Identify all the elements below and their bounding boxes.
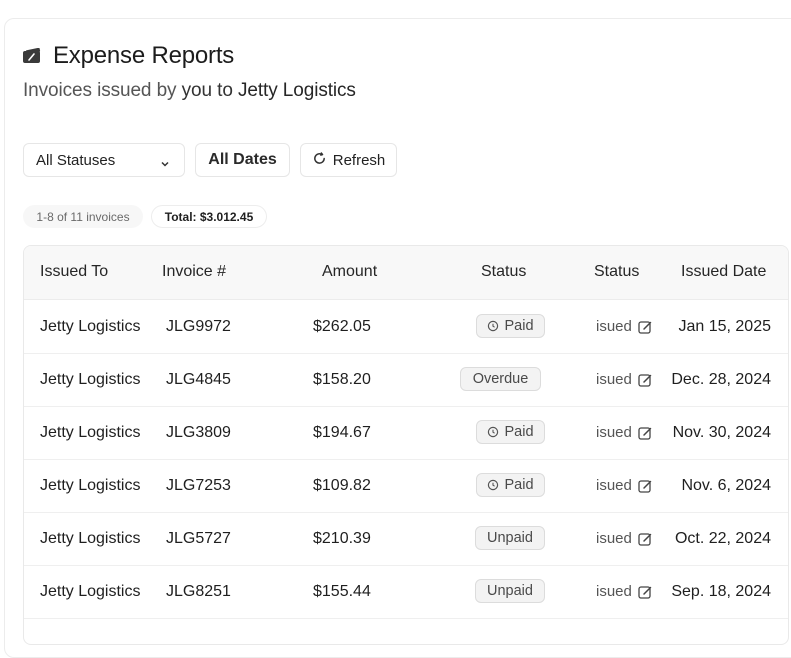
table-row[interactable]: Jetty Logistics JLG3809 $194.67 Paid isued No…	[24, 407, 788, 460]
table-row[interactable]: Jetty Logistics JLG7253 $109.82 Paid isued No…	[24, 460, 788, 513]
issued-status-label: isued	[596, 371, 632, 388]
issued-status-label: isued	[596, 530, 632, 547]
cell-amount: $194.67	[313, 424, 371, 441]
table-header: Issued To Invoice # Amount Status Status…	[24, 246, 788, 300]
issued-status-label: isued	[596, 318, 632, 335]
table-row[interactable]: Jetty Logistics JLG8251 $155.44 Unpaid isued…	[24, 566, 788, 619]
status-badge: Unpaid	[475, 579, 545, 603]
refresh-button[interactable]: Refresh	[300, 143, 397, 177]
cell-invoice-number[interactable]: JLG8251	[166, 583, 231, 601]
issued-status-link[interactable]: isued	[596, 530, 653, 547]
status-badge: Paid	[476, 420, 545, 444]
subtitle-client: Jetty Logistics	[238, 80, 356, 101]
cell-issued-to: Jetty Logistics	[40, 371, 141, 388]
edit-icon	[632, 531, 653, 547]
edit-icon	[632, 372, 653, 388]
page-header: Expense Reports	[22, 42, 234, 70]
table-row[interactable]: Jetty Logistics JLG5727 $210.39 Unpaid isued…	[24, 513, 788, 566]
status-badge-label: Paid	[504, 424, 534, 440]
subtitle-prefix: Invoices issued by	[23, 80, 177, 101]
page-subtitle: Invoices issued by you to Jetty Logistic…	[23, 80, 356, 102]
cell-issued-to: Jetty Logistics	[40, 530, 141, 547]
cell-amount: $158.20	[313, 371, 371, 388]
invoice-total-badge: Total: $3.012.45	[151, 205, 267, 228]
status-badge-label: Unpaid	[487, 530, 533, 546]
status-badge: Paid	[476, 314, 545, 338]
table-row[interactable]: Jetty Logistics JLG4845 $158.20 Overdue isue…	[24, 354, 788, 407]
issued-status-link[interactable]: isued	[596, 477, 653, 494]
cell-issued-date: Jan 15, 2025	[678, 318, 771, 335]
column-header-status[interactable]: Status	[481, 263, 526, 281]
clock-icon	[487, 320, 504, 332]
issued-status-link[interactable]: isued	[596, 318, 653, 335]
status-badge-label: Unpaid	[487, 583, 533, 599]
status-badge-label: Paid	[504, 318, 534, 334]
page-title: Expense Reports	[53, 42, 235, 69]
subtitle-you: you to	[181, 80, 233, 101]
issued-status-link[interactable]: isued	[596, 371, 653, 388]
wallet-card-icon	[22, 47, 42, 64]
invoices-table: Issued To Invoice # Amount Status Status…	[23, 245, 789, 645]
issued-status-label: isued	[596, 424, 632, 441]
cell-issued-to: Jetty Logistics	[40, 424, 141, 441]
dates-filter-label: All Dates	[208, 151, 277, 168]
cell-amount: $155.44	[313, 583, 371, 600]
column-header-invoice[interactable]: Invoice #	[162, 263, 226, 281]
column-header-status-2[interactable]: Status	[594, 263, 639, 281]
issued-status-link[interactable]: isued	[596, 424, 653, 441]
cell-invoice-number[interactable]: JLG5727	[166, 530, 231, 548]
edit-icon	[632, 425, 653, 441]
cell-issued-to: Jetty Logistics	[40, 477, 141, 494]
column-header-issued-to[interactable]: Issued To	[40, 263, 108, 281]
refresh-icon	[312, 151, 333, 170]
cell-invoice-number[interactable]: JLG9972	[166, 318, 231, 336]
cell-amount: $262.05	[313, 318, 371, 335]
issued-status-label: isued	[596, 583, 632, 600]
column-header-issued-date[interactable]: Issued Date	[681, 263, 766, 281]
cell-issued-to: Jetty Logistics	[40, 583, 141, 600]
status-badge: Overdue	[460, 367, 541, 391]
cell-issued-date: Nov. 30, 2024	[672, 424, 771, 441]
clock-icon	[487, 426, 504, 438]
cell-invoice-number[interactable]: JLG4845	[166, 371, 231, 389]
cell-amount: $109.82	[313, 477, 371, 494]
cell-issued-date: Oct. 22, 2024	[674, 530, 771, 547]
invoice-count-badge: 1-8 of 11 invoices	[23, 205, 143, 228]
chevron-down-icon	[160, 155, 170, 172]
cell-issued-to: Jetty Logistics	[40, 318, 141, 335]
edit-icon	[632, 584, 653, 600]
cell-issued-date: Sep. 18, 2024	[671, 583, 771, 600]
column-header-amount[interactable]: Amount	[322, 263, 377, 281]
status-badge-label: Paid	[504, 477, 534, 493]
issued-status-label: isued	[596, 477, 632, 494]
issued-status-link[interactable]: isued	[596, 583, 653, 600]
cell-invoice-number[interactable]: JLG7253	[166, 477, 231, 495]
status-filter-select[interactable]: All Statuses	[23, 143, 185, 177]
refresh-label: Refresh	[332, 151, 386, 169]
dates-filter-button[interactable]: All Dates	[195, 143, 290, 177]
cell-issued-date: Dec. 28, 2024	[671, 371, 771, 388]
edit-icon	[632, 478, 653, 494]
status-badge: Paid	[476, 473, 545, 497]
edit-icon	[632, 319, 653, 335]
cell-invoice-number[interactable]: JLG3809	[166, 424, 231, 442]
status-badge-label: Overdue	[472, 371, 529, 387]
status-filter-label: All Statuses	[36, 151, 116, 169]
clock-icon	[487, 479, 504, 491]
table-row[interactable]: Jetty Logistics JLG9972 $262.05 Paid isued Ja…	[24, 301, 788, 354]
cell-issued-date: Nov. 6, 2024	[681, 477, 771, 494]
status-badge: Unpaid	[475, 526, 545, 550]
cell-amount: $210.39	[313, 530, 371, 547]
